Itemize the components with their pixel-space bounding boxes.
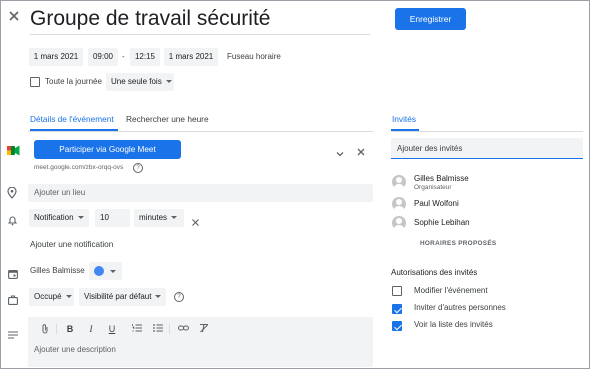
guest-permissions-title: Autorisations des invités xyxy=(391,268,478,277)
chevron-down-icon xyxy=(110,269,116,273)
tab-find-time[interactable]: Rechercher une heure xyxy=(126,112,209,126)
avatar xyxy=(392,197,406,211)
google-meet-icon xyxy=(7,143,20,156)
italic-icon[interactable]: I xyxy=(85,323,97,335)
time-separator: - xyxy=(122,52,125,61)
visibility-value: Visibilité par défaut xyxy=(84,292,152,301)
meet-link[interactable]: meet.google.com/zbx-orqq-ovs xyxy=(34,164,123,171)
description-icon xyxy=(8,326,18,339)
guest-role: Organisateur xyxy=(414,184,452,191)
link-icon[interactable] xyxy=(177,323,189,336)
start-date-picker[interactable]: 1 mars 2021 xyxy=(29,48,83,66)
avatar xyxy=(392,216,406,230)
recurrence-select[interactable]: Une seule fois xyxy=(106,73,174,91)
toolbar-divider xyxy=(56,324,57,334)
bulleted-list-icon[interactable] xyxy=(152,323,164,336)
join-meet-button[interactable]: Participer via Google Meet xyxy=(34,140,181,159)
notification-unit-select[interactable]: minutes xyxy=(134,209,184,227)
description-editor[interactable]: B I U Ajouter une description xyxy=(28,317,373,367)
all-day-checkbox[interactable] xyxy=(30,77,40,87)
location-input[interactable]: Ajouter un lieu xyxy=(28,184,373,202)
chevron-down-icon xyxy=(77,216,84,220)
guest-name[interactable]: Sophie Lebihan xyxy=(414,218,470,227)
permission-invite-checkbox[interactable] xyxy=(392,304,402,314)
busy-status-value: Occupé xyxy=(34,292,62,301)
end-time-picker[interactable]: 12:15 xyxy=(130,48,160,66)
permission-see-list-checkbox[interactable] xyxy=(392,321,402,331)
description-placeholder: Ajouter une description xyxy=(34,345,116,354)
calendar-icon xyxy=(8,266,18,279)
chevron-down-icon xyxy=(65,295,72,299)
notification-unit-value: minutes xyxy=(139,213,168,222)
remove-notification-icon[interactable] xyxy=(191,214,200,226)
avatar xyxy=(392,175,406,189)
location-pin-icon xyxy=(7,186,17,199)
end-date-picker[interactable]: 1 mars 2021 xyxy=(164,48,218,66)
bell-icon xyxy=(7,213,18,226)
underline-icon[interactable]: U xyxy=(106,323,118,335)
tab-event-details[interactable]: Détails de l'événement xyxy=(30,112,114,126)
briefcase-icon xyxy=(8,292,18,305)
numbered-list-icon[interactable] xyxy=(131,323,143,336)
remove-meet-icon[interactable] xyxy=(356,144,366,156)
chevron-down-icon[interactable] xyxy=(336,145,344,157)
chevron-down-icon xyxy=(165,80,172,84)
guest-name[interactable]: Gilles Balmisse xyxy=(414,174,469,183)
permission-label: Voir la liste des invités xyxy=(414,320,493,329)
permission-modify-checkbox[interactable] xyxy=(392,286,402,296)
notification-amount-input[interactable]: 10 xyxy=(95,209,130,227)
color-swatch xyxy=(94,266,104,276)
add-guests-input[interactable]: Ajouter des invités xyxy=(391,138,583,159)
help-icon[interactable]: ? xyxy=(133,163,143,173)
busy-status-select[interactable]: Occupé xyxy=(29,288,74,306)
add-notification-link[interactable]: Ajouter une notification xyxy=(30,236,113,254)
guests-divider xyxy=(391,131,583,132)
notification-type-value: Notification xyxy=(34,213,74,222)
guest-name[interactable]: Paul Wolfoni xyxy=(414,199,459,208)
close-icon[interactable] xyxy=(6,8,22,24)
bold-icon[interactable]: B xyxy=(64,323,76,335)
tab-guests[interactable]: Invités xyxy=(392,112,416,126)
toolbar-divider xyxy=(169,324,170,334)
calendar-owner: Gilles Balmisse xyxy=(30,266,85,275)
timezone-link[interactable]: Fuseau horaire xyxy=(227,48,281,66)
notification-type-select[interactable]: Notification xyxy=(29,209,89,227)
chevron-down-icon xyxy=(171,216,178,220)
attachment-icon[interactable] xyxy=(39,323,51,337)
help-icon[interactable]: ? xyxy=(174,292,184,302)
permission-label: Inviter d'autres personnes xyxy=(414,303,506,312)
all-day-label: Toute la journée xyxy=(45,77,102,86)
recurrence-value: Une seule fois xyxy=(111,77,162,86)
clear-formatting-icon[interactable] xyxy=(198,323,210,336)
visibility-select[interactable]: Visibilité par défaut xyxy=(79,288,166,306)
start-time-picker[interactable]: 09:00 xyxy=(88,48,118,66)
chevron-down-icon xyxy=(155,295,162,299)
calendar-color-select[interactable] xyxy=(89,262,122,280)
suggested-times-button[interactable]: HORAIRES PROPOSÉS xyxy=(420,240,496,247)
permission-label: Modifier l'événement xyxy=(414,286,488,295)
event-title-input[interactable]: Groupe de travail sécurité xyxy=(30,4,370,35)
details-divider xyxy=(28,131,373,132)
save-button[interactable]: Enregistrer xyxy=(395,8,466,30)
